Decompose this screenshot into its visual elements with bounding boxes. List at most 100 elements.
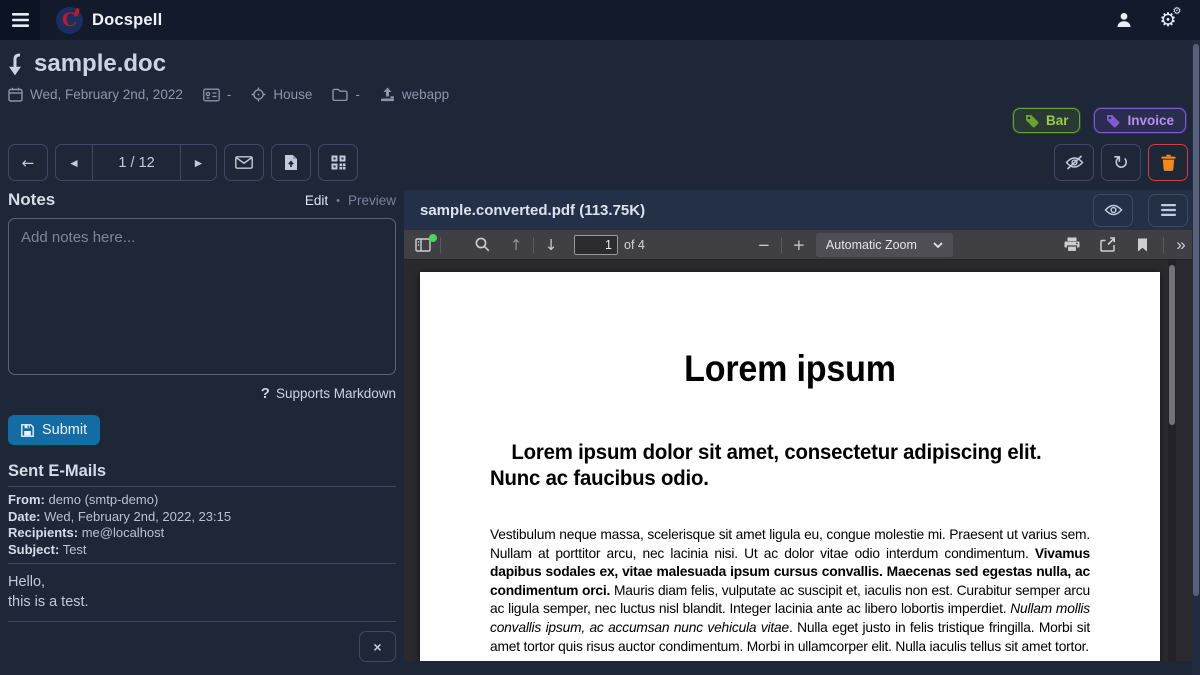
preview-toggle-button[interactable]: [1093, 193, 1133, 227]
prev-item-button[interactable]: ◄: [56, 145, 92, 180]
close-mail-button[interactable]: ×: [359, 631, 396, 662]
zoom-out-button[interactable]: −: [751, 233, 777, 257]
page-title: sample.doc: [34, 50, 167, 77]
id-card-icon: [203, 88, 220, 102]
question-icon: ?: [260, 385, 270, 402]
eye-slash-icon: [1065, 155, 1083, 170]
download-button[interactable]: [1095, 233, 1121, 257]
save-icon: [21, 423, 34, 437]
document-subtitle: Lorem ipsum dolor sit amet, consectetur …: [490, 441, 1042, 490]
tag-label: Invoice: [1127, 113, 1174, 128]
pdf-header: sample.converted.pdf (113.75K): [404, 190, 1200, 230]
item-meta: Wed, February 2nd, 2022 - House - webapp: [8, 87, 1192, 102]
item-date: Wed, February 2nd, 2022: [30, 87, 183, 102]
page-number-input[interactable]: [574, 234, 618, 255]
item-title-row: sample.doc: [8, 50, 1192, 78]
page-scrollbar-thumb[interactable]: [1193, 44, 1199, 596]
search-button[interactable]: [469, 233, 495, 257]
topbar: C Docspell ⚙ ⚙: [0, 0, 1200, 40]
user-icon: [1117, 13, 1131, 27]
pagination-label: 1 / 12: [92, 145, 180, 180]
envelope-icon: [235, 156, 253, 169]
notes-heading: Notes: [8, 190, 56, 209]
search-icon: [475, 237, 489, 252]
sidebar-toggle-button[interactable]: [410, 233, 437, 257]
zoom-in-button[interactable]: +: [786, 233, 812, 257]
crosshairs-icon: [251, 87, 266, 102]
dot-separator: •: [336, 194, 340, 207]
mail-from-row: From: demo (smtp-demo): [8, 492, 159, 507]
tag-invoice[interactable]: Invoice: [1094, 108, 1186, 133]
mail-subject-row: Subject: Test: [8, 541, 87, 557]
markdown-hint-link[interactable]: ? Supports Markdown: [8, 385, 396, 402]
menu-button[interactable]: [0, 0, 40, 40]
notes-pane: Notes Edit • Preview ? Supports Markdown…: [0, 190, 404, 662]
settings-button[interactable]: ⚙ ⚙: [1150, 2, 1186, 38]
send-mail-button[interactable]: [224, 144, 264, 181]
reprocess-button[interactable]: ↻: [1101, 144, 1141, 181]
item-source: webapp: [401, 87, 450, 102]
menu-lines-icon: [1160, 204, 1176, 216]
prev-page-button[interactable]: ↑: [503, 233, 529, 257]
sent-emails-section: Sent E-Mails From: demo (smtp-demo) Date…: [8, 462, 396, 662]
toolbar-more-button[interactable]: »: [1168, 233, 1194, 257]
qr-icon: [331, 155, 345, 170]
bookmark-button[interactable]: [1129, 233, 1155, 257]
next-item-button[interactable]: ►: [180, 145, 216, 180]
tag-icon: [1107, 114, 1120, 127]
bookmark-icon: [1137, 238, 1147, 251]
zoom-select[interactable]: Automatic Zoom: [815, 232, 953, 257]
item-folder: -: [355, 87, 360, 102]
page-scrollbar[interactable]: [1192, 40, 1200, 675]
printer-icon: [1064, 237, 1080, 252]
pdf-scrollbar-thumb[interactable]: [1169, 265, 1175, 425]
brand: C Docspell: [56, 6, 163, 34]
trash-icon: [1161, 154, 1175, 171]
notes-edit-link[interactable]: Edit: [305, 193, 328, 208]
app-title: Docspell: [92, 10, 163, 29]
pdf-file-title: sample.converted.pdf (113.75K): [420, 201, 646, 219]
hide-sidebar-button[interactable]: [1054, 144, 1094, 181]
mail-recipients-row: Recipients: me@localhost: [8, 525, 165, 540]
pdf-scrollbar[interactable]: [1168, 260, 1176, 661]
gears-icon: ⚙ ⚙: [1159, 6, 1182, 31]
tags-row: Bar Invoice: [1012, 108, 1186, 133]
pdf-pane: sample.converted.pdf (113.75K) ↑ ↓ 1 of …: [404, 190, 1200, 661]
toolbar: ← ◄ 1 / 12 ► ↻: [0, 144, 1200, 181]
hamburger-icon: [11, 13, 29, 27]
file-upload-icon: [285, 155, 297, 170]
tag-bar[interactable]: Bar: [1012, 108, 1081, 133]
mail-date-row: Date: Wed, February 2nd, 2022, 23:15: [8, 508, 232, 524]
delete-button[interactable]: [1148, 144, 1188, 181]
close-icon: ×: [373, 638, 382, 655]
print-button[interactable]: [1059, 233, 1085, 257]
download-icon: [1100, 237, 1115, 252]
pdf-viewer: Lorem ipsum Lorem ipsum dolor sit amet, …: [404, 260, 1200, 661]
user-button[interactable]: [1106, 2, 1142, 38]
upload-icon: [380, 87, 395, 102]
folder-icon: [332, 88, 349, 101]
calendar-icon: [8, 87, 23, 102]
add-files-button[interactable]: [271, 144, 311, 181]
page-count-label: of 4: [624, 237, 645, 252]
item-correspondent: -: [226, 87, 232, 102]
pdf-menu-button[interactable]: [1148, 193, 1188, 227]
item-concerning: House: [273, 87, 313, 102]
back-button[interactable]: ←: [8, 144, 48, 181]
mail-body: Hello, this is a test.: [8, 574, 89, 610]
sent-emails-heading: Sent E-Mails: [8, 462, 107, 480]
qr-code-button[interactable]: [318, 144, 358, 181]
document-paragraph: Vestibulum neque massa, scelerisque sit …: [490, 527, 1090, 654]
pdf-page: Lorem ipsum Lorem ipsum dolor sit amet, …: [420, 272, 1160, 661]
notes-preview-link[interactable]: Preview: [348, 193, 396, 208]
pdfjs-toolbar: ↑ ↓ of 4 − + Automatic Zoom: [404, 230, 1200, 260]
submit-button[interactable]: Submit: [8, 415, 101, 445]
notes-input[interactable]: [8, 218, 396, 375]
tag-label: Bar: [1045, 113, 1069, 128]
tag-icon: [1025, 114, 1039, 127]
page-nav-group: ◄ 1 / 12 ►: [55, 144, 217, 181]
docspell-logo-icon: C: [56, 6, 83, 34]
item-header: sample.doc Wed, February 2nd, 2022 - Hou…: [0, 40, 1200, 102]
arrow-down-icon: [9, 53, 21, 76]
next-page-button[interactable]: ↓: [538, 233, 564, 257]
